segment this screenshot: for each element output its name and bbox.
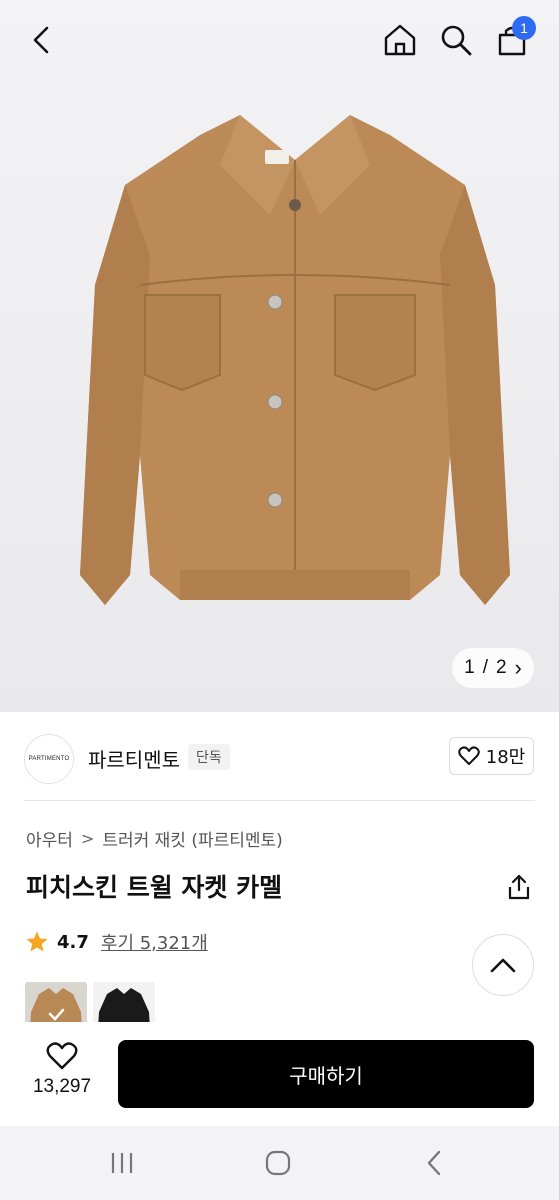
breadcrumb-subcategory[interactable]: 트러커 재킷 (파르티멘토) [102,826,282,851]
brand-name[interactable]: 파르티멘토 [88,744,180,773]
share-icon [508,874,530,900]
share-button[interactable] [500,868,538,906]
exclusive-badge: 단독 [188,744,230,770]
brand-row: PARTIMENTO 파르티멘토 단독 18만 [0,712,559,800]
pager-separator: / [482,657,488,678]
chevron-up-icon [490,958,516,973]
pager-total: 2 [495,657,507,678]
cart-count-badge: 1 [512,16,536,40]
product-title: 피치스킨 트윌 자켓 카멜 [26,873,283,902]
product-like-count: 13,297 [32,1076,92,1097]
rating-row: 4.7 후기 5,321개 [25,928,208,956]
breadcrumb-separator: > [80,829,95,848]
home-button[interactable] [378,18,422,62]
product-gallery[interactable]: 1 1 / 2 › [0,0,559,712]
back-button[interactable] [20,18,64,62]
back-icon [33,26,49,54]
brand-logo-text: PARTIMENTO [28,756,70,762]
system-navigation-bar [0,1126,559,1200]
brand-like-button[interactable]: 18만 [449,737,534,775]
scroll-to-top-button[interactable] [472,934,534,996]
cart-button[interactable]: 1 [490,16,536,62]
chevron-right-icon: › [514,655,522,680]
pager-current: 1 [464,657,475,678]
system-back-icon [427,1150,441,1176]
recent-apps-button[interactable] [102,1146,142,1180]
system-back-button[interactable] [414,1146,454,1180]
swatch-camel-image [25,982,87,1022]
breadcrumb-category[interactable]: 아우터 [26,826,73,851]
system-home-icon [265,1150,291,1176]
breadcrumb: 아우터 > 트러커 재킷 (파르티멘토) [26,826,283,851]
buy-button[interactable]: 구매하기 [118,1040,534,1108]
image-pager[interactable]: 1 / 2 › [452,648,534,688]
heart-icon [458,746,480,765]
swatch-black[interactable] [93,982,155,1022]
home-icon [384,24,416,56]
divider [24,800,535,801]
rating-value: 4.7 [57,931,89,953]
color-swatches [25,982,155,1022]
reviews-link[interactable]: 후기 5,321개 [101,929,208,955]
swatch-camel[interactable] [25,982,87,1022]
brand-like-count: 18만 [485,747,526,768]
star-icon [26,931,48,952]
system-home-button[interactable] [258,1146,298,1180]
bottom-action-bar: 13,297 구매하기 [0,1022,559,1126]
product-image-jacket [80,115,510,605]
heart-icon [46,1042,78,1070]
recent-apps-icon [111,1153,133,1173]
search-icon [441,25,472,56]
top-navigation-bar: 1 [0,0,559,80]
swatch-black-image [93,982,155,1022]
search-button[interactable] [434,18,478,62]
brand-logo[interactable]: PARTIMENTO [24,734,74,784]
product-like-button[interactable]: 13,297 [22,1042,102,1098]
